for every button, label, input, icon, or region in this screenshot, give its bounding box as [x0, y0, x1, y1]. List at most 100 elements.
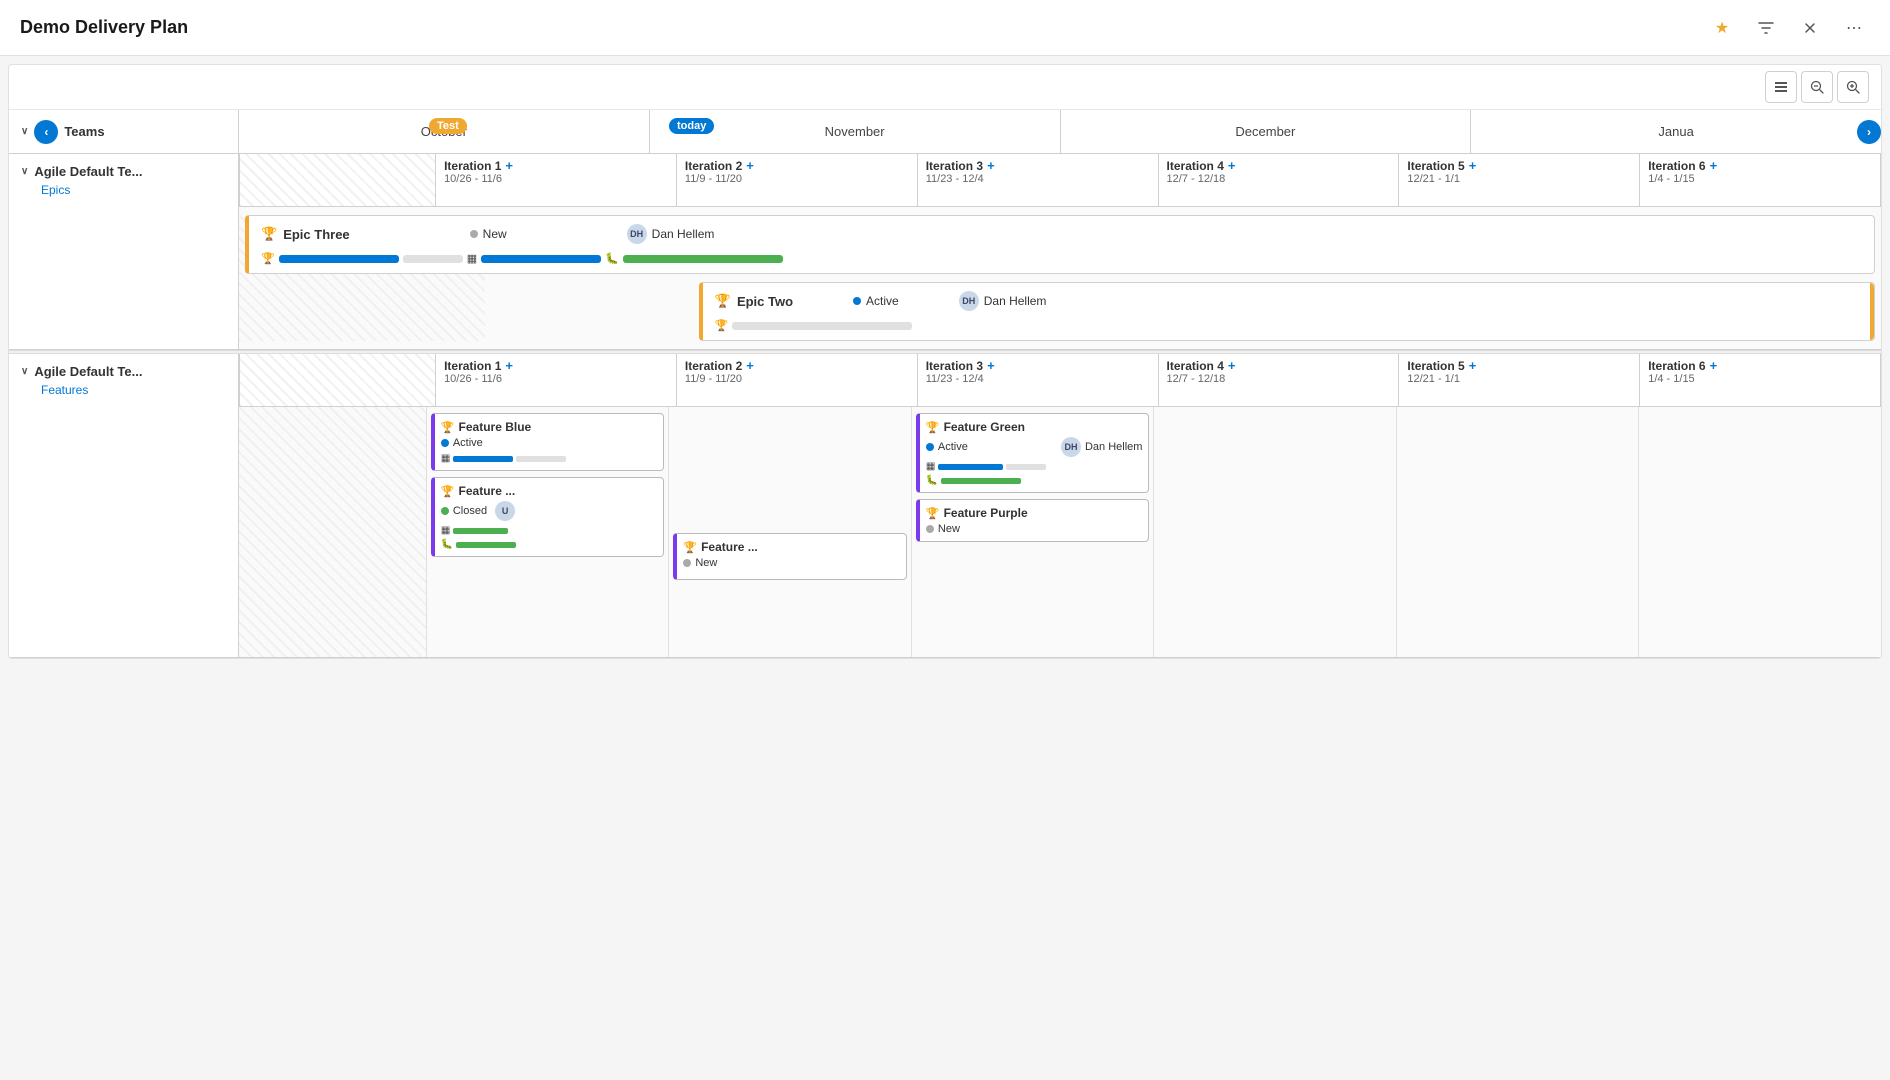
team2-features-link[interactable]: Features — [21, 383, 226, 397]
t2-add-iter6-button[interactable]: + — [1710, 358, 1718, 373]
epic-two-bar — [732, 322, 912, 330]
fb2-bar2 — [456, 542, 516, 548]
more-button[interactable]: ⋯ — [1838, 12, 1870, 44]
team2-sidebar: ∨ Agile Default Te... Features — [9, 354, 239, 657]
trophy-green-icon: 🏆 — [926, 421, 940, 434]
team1-row: ∨ Agile Default Te... Epics Iteration 1 … — [9, 154, 1881, 349]
feature-blue3-card[interactable]: 🏆 Feature ... New — [673, 533, 907, 580]
trophy-blue3-icon: 🏆 — [683, 541, 697, 554]
feature-purple-card[interactable]: 🏆 Feature Purple New — [916, 499, 1150, 542]
team1-iter-5: Iteration 5 + 12/21 - 1/1 — [1399, 154, 1640, 206]
team2-iter-5: Iteration 5 + 12/21 - 1/1 — [1399, 354, 1640, 406]
add-iter6-button[interactable]: + — [1710, 158, 1718, 173]
feature-blue-bars: ▦ — [441, 453, 658, 464]
epic-three-card[interactable]: 🏆 Epic Three New DH Dan Hellem — [245, 215, 1875, 274]
blue3-status-dot — [683, 559, 691, 567]
epic-three-area: 🏆 Epic Three New DH Dan Hellem — [239, 215, 1881, 341]
bar-icon2: ▦ — [467, 252, 477, 265]
nav-back-button[interactable]: ‹ — [34, 120, 58, 144]
feature-green-title: 🏆 Feature Green — [926, 420, 1143, 434]
add-iter1-button[interactable]: + — [505, 158, 513, 173]
feature-blue3-status: New — [683, 557, 900, 569]
t2-add-iter4-button[interactable]: + — [1228, 358, 1236, 373]
feature-blue2-avatar: U — [495, 501, 515, 521]
features-iter3-col: 🏆 Feature Green Active DH — [912, 407, 1155, 657]
filter-button[interactable] — [1750, 12, 1782, 44]
team2-iter-2: Iteration 2 + 11/9 - 11/20 — [677, 354, 918, 406]
collapse-rows-button[interactable] — [1765, 71, 1797, 103]
status-dot-active — [853, 297, 861, 305]
fg-bar1 — [938, 464, 1003, 470]
feature-green-card[interactable]: 🏆 Feature Green Active DH — [916, 413, 1150, 493]
t2-add-iter1-button[interactable]: + — [505, 358, 513, 373]
add-iter5-button[interactable]: + — [1469, 158, 1477, 173]
epic-two-name: Epic Two — [737, 294, 793, 309]
team2-chevron[interactable]: ∨ — [21, 366, 28, 377]
feature-purple-status: New — [926, 523, 1143, 535]
feature-blue2-title: 🏆 Feature ... — [441, 484, 658, 498]
page-title: Demo Delivery Plan — [20, 17, 188, 38]
team1-iter-3: Iteration 3 + 11/23 - 12/4 — [918, 154, 1159, 206]
feature-blue3-title: 🏆 Feature ... — [683, 540, 900, 554]
epic-three-bars: 🏆 ▦ 🐛 — [261, 252, 1862, 265]
epic-three-assignee: DH Dan Hellem — [627, 224, 715, 244]
feature-green-status: Active — [926, 441, 968, 453]
blue2-status-dot — [441, 507, 449, 515]
add-iter2-button[interactable]: + — [746, 158, 754, 173]
feature-purple-title: 🏆 Feature Purple — [926, 506, 1143, 520]
feature-green-status-row: Active DH Dan Hellem — [926, 437, 1143, 457]
epic-two-header: 🏆 Epic Two Active DH Dan Hellem — [715, 291, 1862, 311]
t2-add-iter3-button[interactable]: + — [987, 358, 995, 373]
epic-three-status: New — [470, 227, 507, 241]
epic-two-assignee: DH Dan Hellem — [959, 291, 1047, 311]
fg-bar2 — [941, 478, 1021, 484]
epic-two-status-label: Active — [866, 294, 899, 308]
epic-three-bar1-bg — [403, 255, 463, 263]
add-iter4-button[interactable]: + — [1228, 158, 1236, 173]
features-iter1-col: 🏆 Feature Blue Active ▦ — [427, 407, 670, 657]
features-area: 🏆 Feature Blue Active ▦ — [239, 407, 1881, 657]
team2-iter-pre — [239, 354, 436, 406]
team1-iter-4: Iteration 4 + 12/7 - 12/18 — [1159, 154, 1400, 206]
trophy-bar-icon2: 🏆 — [715, 319, 729, 332]
team1-iter-pre — [239, 154, 436, 206]
zoom-in-button[interactable] — [1837, 71, 1869, 103]
team2-iter-6: Iteration 6 + 1/4 - 1/15 — [1640, 354, 1881, 406]
zoom-out-button[interactable] — [1801, 71, 1833, 103]
feature-green-assignee: DH Dan Hellem — [1061, 437, 1142, 457]
feature-blue-title: 🏆 Feature Blue — [441, 420, 658, 434]
epic-two-card[interactable]: 🏆 Epic Two Active DH Dan Hellem — [699, 282, 1875, 341]
feature-blue-card[interactable]: 🏆 Feature Blue Active ▦ — [431, 413, 665, 471]
epic-two-title: 🏆 Epic Two — [715, 293, 793, 309]
collapse-button[interactable] — [1794, 12, 1826, 44]
trophy-icon-epic3: 🏆 — [261, 226, 277, 242]
fb-bar-row1: ▦ — [441, 453, 658, 464]
iter2-placeholder — [673, 413, 907, 533]
feature-blue2-card[interactable]: 🏆 Feature ... Closed U — [431, 477, 665, 557]
team2-iter-4: Iteration 4 + 12/7 - 12/18 — [1159, 354, 1400, 406]
team2-section: ∨ Agile Default Te... Features Iteration… — [9, 354, 1881, 658]
team1-iter-6: Iteration 6 + 1/4 - 1/15 — [1640, 154, 1881, 206]
t2-add-iter5-button[interactable]: + — [1469, 358, 1477, 373]
team1-chevron[interactable]: ∨ — [21, 166, 28, 177]
feature-blue2-status: Closed U — [441, 501, 658, 521]
epic-three-bar3 — [623, 255, 783, 263]
month-december: December — [1061, 110, 1472, 153]
feature-blue-status: Active — [441, 437, 658, 449]
timeline-header: ∨ ‹ Teams October November December Janu… — [9, 110, 1881, 154]
favorite-button[interactable]: ★ — [1706, 12, 1738, 44]
t2-add-iter2-button[interactable]: + — [746, 358, 754, 373]
team1-iter-1: Iteration 1 + 10/26 - 11/6 — [436, 154, 677, 206]
team1-iter-2: Iteration 2 + 11/9 - 11/20 — [677, 154, 918, 206]
status-dot-new — [470, 230, 478, 238]
epic-two-assignee-name: Dan Hellem — [984, 294, 1047, 308]
team1-content: Iteration 1 + 10/26 - 11/6 Iteration 2 +… — [239, 154, 1881, 349]
bug-bar-icon: 🐛 — [605, 252, 619, 265]
team1-epics-link[interactable]: Epics — [21, 183, 226, 197]
nav-forward-button[interactable]: › — [1857, 120, 1881, 144]
add-iter3-button[interactable]: + — [987, 158, 995, 173]
team2-row: ∨ Agile Default Te... Features Iteration… — [9, 354, 1881, 657]
teams-chevron[interactable]: ∨ — [21, 126, 28, 137]
features-iter4-col — [1154, 407, 1397, 657]
teams-column-header: ∨ ‹ Teams — [9, 110, 239, 153]
